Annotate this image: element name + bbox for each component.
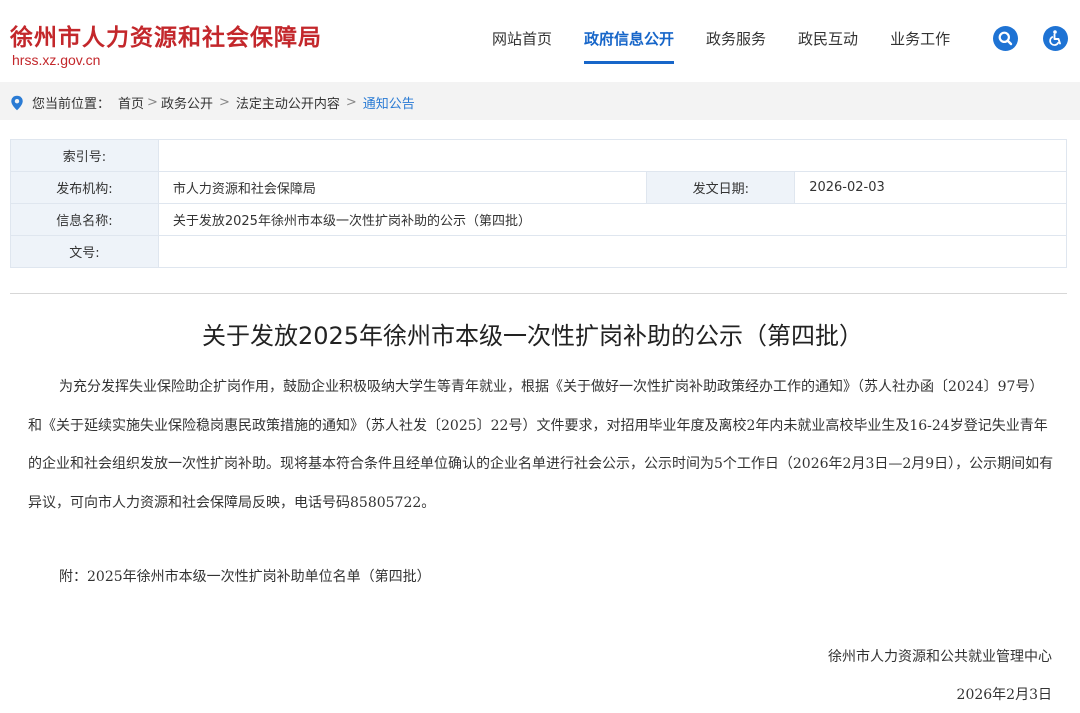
publisher-value: 市人力资源和社会保障局 [157, 171, 648, 204]
nav-item-gov-info[interactable]: 政府信息公开 [568, 0, 690, 82]
breadcrumb-home[interactable]: 首页 [118, 93, 144, 112]
meta-row-index: 索引号: [10, 139, 1068, 172]
index-value [157, 139, 1068, 172]
document-meta-table: 索引号: 发布机构: 市人力资源和社会保障局 发文日期: 2026-02-03 … [10, 139, 1068, 268]
name-label: 信息名称: [10, 203, 159, 236]
signature: 徐州市人力资源和公共就业管理中心 [828, 649, 1052, 665]
article-title: 关于发放2025年徐州市本级一次性扩岗补助的公示（第四批） [201, 322, 864, 350]
meta-row-docnum: 文号: [10, 235, 1068, 268]
attachment-line[interactable]: 附：2025年徐州市本级一次性扩岗补助单位名单（第四批） [59, 566, 431, 586]
breadcrumb-current[interactable]: 通知公告 [363, 93, 415, 112]
breadcrumb-legal-content[interactable]: 法定主动公开内容 [236, 93, 340, 112]
search-button[interactable] [993, 26, 1018, 51]
main-nav: 网站首页 政府信息公开 政务服务 政民互动 业务工作 [476, 0, 966, 82]
breadcrumb-gov-open[interactable]: 政务公开 [161, 93, 213, 112]
doc-number-value [157, 235, 1068, 268]
breadcrumb: 您当前位置： 首页 > 政务公开 > 法定主动公开内容 > 通知公告 [0, 82, 1080, 120]
accessibility-button[interactable] [1043, 26, 1068, 51]
doc-number-label: 文号: [10, 235, 159, 268]
site-url[interactable]: hrss.xz.gov.cn [12, 52, 100, 68]
breadcrumb-separator: > [345, 95, 357, 110]
nav-item-interaction[interactable]: 政民互动 [782, 0, 874, 82]
search-icon [998, 31, 1013, 46]
name-value: 关于发放2025年徐州市本级一次性扩岗补助的公示（第四批） [157, 203, 1068, 236]
meta-row-publisher: 发布机构: 市人力资源和社会保障局 发文日期: 2026-02-03 [10, 171, 1067, 204]
wheelchair-icon [1049, 30, 1061, 46]
location-pin-icon [11, 95, 23, 110]
date-value: 2026-02-03 [794, 171, 1067, 204]
site-title[interactable]: 徐州市人力资源和社会保障局 [10, 18, 322, 52]
breadcrumb-separator: > [147, 95, 158, 110]
index-label: 索引号: [10, 139, 159, 172]
publish-date: 2026年2月3日 [956, 687, 1052, 703]
nav-item-business[interactable]: 业务工作 [874, 0, 966, 82]
breadcrumb-prefix: 您当前位置： [32, 97, 111, 112]
publisher-label: 发布机构: [10, 171, 159, 204]
site-header: 徐州市人力资源和社会保障局 hrss.xz.gov.cn 网站首页 政府信息公开… [0, 0, 1080, 82]
date-label: 发文日期: [646, 171, 796, 204]
meta-row-name: 信息名称: 关于发放2025年徐州市本级一次性扩岗补助的公示（第四批） [10, 203, 1068, 236]
article-body: 为充分发挥失业保险助企扩岗作用，鼓励企业积极吸纳大学生等青年就业，根据《关于做好… [28, 379, 1054, 511]
breadcrumb-separator: > [218, 95, 230, 110]
nav-item-services[interactable]: 政务服务 [690, 0, 782, 82]
nav-item-home[interactable]: 网站首页 [476, 0, 568, 82]
divider [10, 293, 1067, 294]
